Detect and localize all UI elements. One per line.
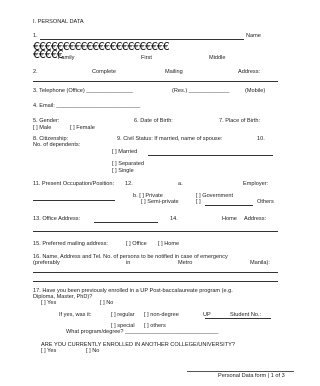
item-1-number: 1.: [33, 33, 38, 39]
emergency-contact-line-1: 16. Name, Address and Tel. No. of person…: [33, 254, 228, 260]
employer-others-checkbox[interactable]: [ ]: [196, 199, 201, 205]
preferred-mailing-office-option[interactable]: [ ] Office: [126, 241, 147, 247]
if-yes-label: If yes, was it:: [59, 312, 92, 318]
first-name-caption: First: [141, 55, 152, 61]
telephone-res-label: (Res.) _____________: [172, 88, 230, 94]
current-enrollment-yes-option[interactable]: [ ] Yes: [41, 348, 56, 354]
item-2-number: 2.: [33, 69, 38, 75]
occupation-label: 11. Present Occupation/Position:: [33, 181, 115, 187]
enrollment-regular-option[interactable]: [ ] regular: [111, 312, 135, 318]
employer-label: Employer:: [243, 181, 269, 187]
item-10-number: 10.: [257, 136, 265, 142]
previous-enrollment-yes-option[interactable]: [ ] Yes: [41, 300, 56, 306]
home-address-label: Address:: [244, 216, 267, 222]
family-name-caption: Family: [58, 55, 75, 61]
emergency-manila: Manila):: [250, 260, 270, 266]
civil-status-married-option[interactable]: [ ] Married: [112, 149, 137, 155]
preferred-mailing-label: 15. Preferred mailing address:: [33, 241, 108, 247]
home-label: Home: [222, 216, 237, 222]
emergency-contact-line-b[interactable]: [33, 281, 278, 282]
emergency-contact-line-a[interactable]: [33, 272, 278, 273]
complete-label: Complete: [92, 69, 116, 75]
name-line[interactable]: [40, 39, 244, 40]
name-label: Name: [246, 33, 261, 39]
dependents-label: No. of dependents:: [33, 142, 81, 148]
employer-government-option[interactable]: [ ] Government: [196, 193, 233, 199]
item-12-number: 12.: [125, 181, 133, 187]
office-address-line[interactable]: [94, 222, 158, 223]
gender-male-option[interactable]: [ ] Male: [33, 125, 51, 131]
preferred-mailing-home-option[interactable]: [ ] Home: [158, 241, 179, 247]
footer-label: Personal Data form | 1 of 3: [218, 373, 285, 379]
office-address-label: 13. Office Address:: [33, 216, 81, 222]
mailing-label: Mailing: [165, 69, 183, 75]
item-14-number: 14.: [170, 216, 178, 222]
section-title: I. PERSONAL DATA: [33, 19, 84, 25]
spouse-name-line[interactable]: [148, 155, 273, 156]
employer-others-line[interactable]: [205, 205, 253, 206]
gender-label: 5. Gender:: [33, 118, 60, 124]
employer-a-label: a.: [178, 181, 183, 187]
previous-enrollment-no-option[interactable]: [ ] No: [100, 300, 113, 306]
email-label: 4. Email: ___________________________: [33, 103, 141, 109]
date-of-birth-label: 6. Date of Birth:: [134, 118, 173, 124]
footer-rule: [187, 371, 294, 372]
emergency-metro: Metro: [178, 260, 193, 266]
middle-name-caption: Middle: [209, 55, 226, 61]
civil-status-single-option[interactable]: [ ] Single: [112, 168, 134, 174]
telephone-mobile-label: (Mobile): [245, 88, 266, 94]
what-program-label: What program/degree? ___________________…: [66, 329, 219, 335]
employer-semi-private-option[interactable]: [ ] Semi-private: [141, 199, 179, 205]
current-enrollment-question: ARE YOU CURRENTLY ENROLLED IN ANOTHER CO…: [41, 342, 235, 348]
telephone-office-label: 3. Telephone (Office) _______________: [33, 88, 133, 94]
current-enrollment-no-option[interactable]: [ ] No: [86, 348, 99, 354]
gender-female-option[interactable]: [ ] Female: [70, 125, 95, 131]
civil-status-separated-option[interactable]: [ ] Separated: [112, 161, 144, 167]
home-address-line[interactable]: [33, 231, 278, 232]
address-label: Address:: [238, 69, 261, 75]
emergency-in: in: [126, 260, 131, 266]
mailing-address-line[interactable]: [33, 81, 278, 82]
student-number-line[interactable]: [205, 318, 271, 319]
employer-others-label: Others: [257, 199, 274, 205]
emergency-preferably: (preferably: [33, 260, 60, 266]
occupation-line[interactable]: [33, 200, 115, 201]
personal-data-form-page: I. PERSONAL DATA 1. Name €€€€€€€€€€€€€€€…: [0, 0, 298, 386]
civil-status-label: 9. Civil Status: If married, name of spo…: [117, 136, 223, 142]
enrollment-non-degree-option[interactable]: [ ] non-degree: [144, 312, 179, 318]
place-of-birth-label: 7. Place of Birth:: [219, 118, 261, 124]
